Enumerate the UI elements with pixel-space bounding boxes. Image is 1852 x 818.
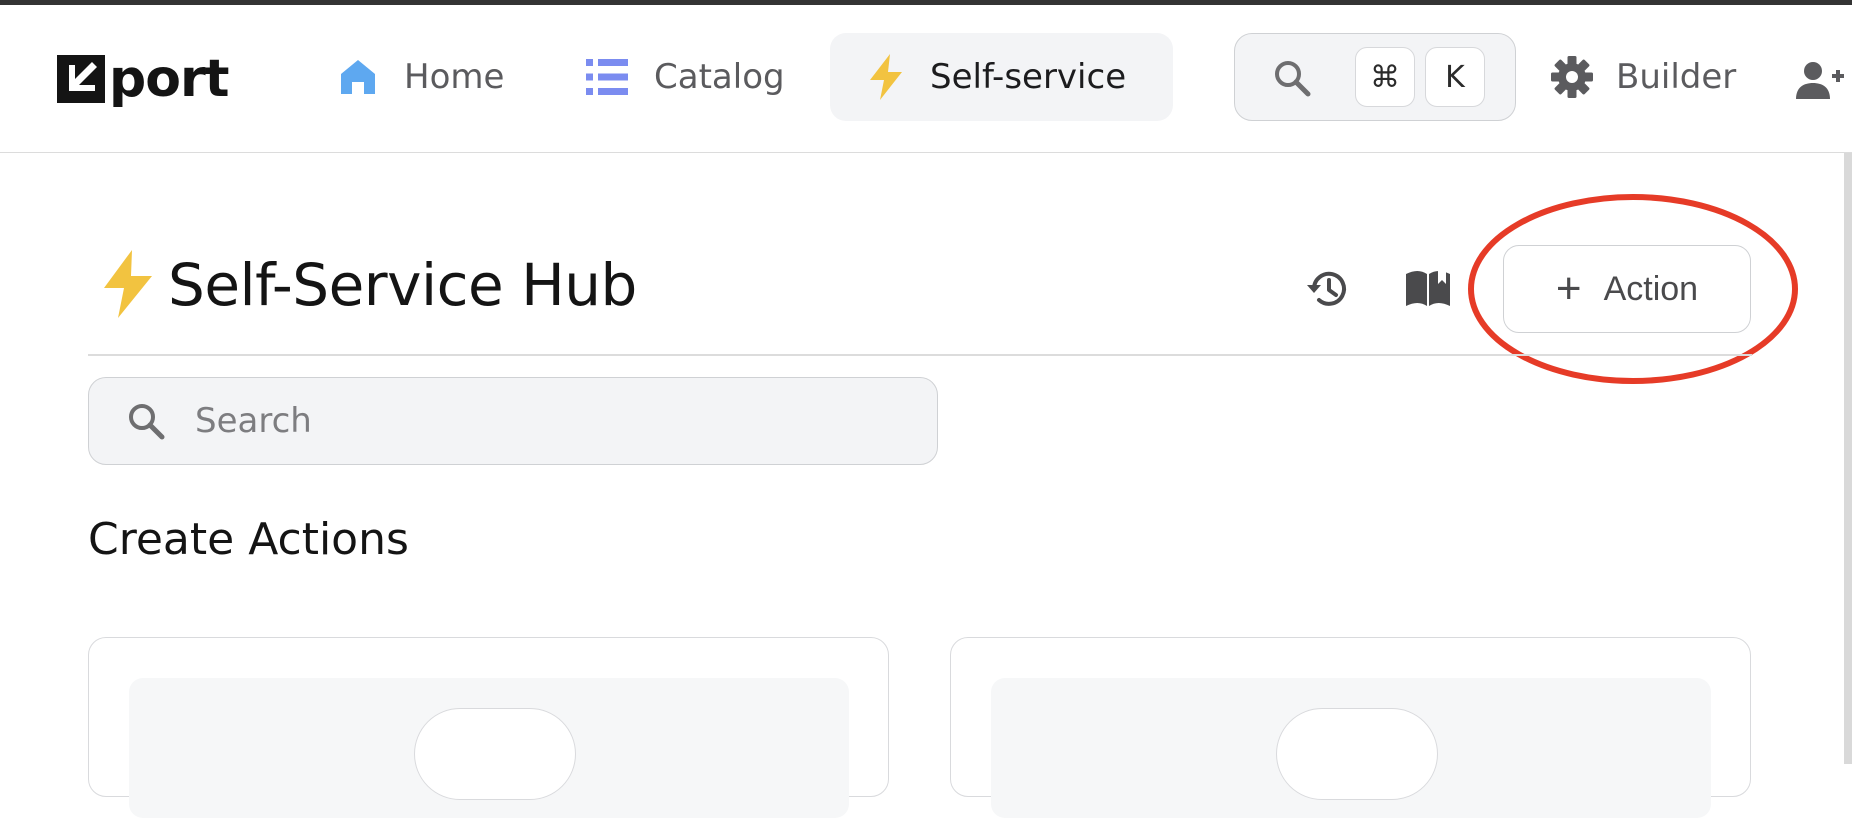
header-divider [88,354,1752,356]
history-icon [1307,271,1346,306]
page-title: Self-Service Hub [168,251,637,319]
invite-user-button[interactable] [1796,61,1844,105]
search-input[interactable] [193,400,797,442]
nav-home-label: Home [404,57,505,97]
nav-builder[interactable]: Builder [1550,33,1736,121]
action-card-icon-bubble [1276,708,1438,800]
plus-icon: + [1555,264,1582,313]
action-card[interactable] [88,637,889,818]
action-card-icon-bubble [414,708,576,800]
logo-wordmark: port [109,49,229,109]
action-history-button[interactable] [1306,268,1350,314]
add-action-label: Action [1603,269,1699,308]
section-title: Create Actions [88,514,409,565]
nav-self-service-label: Self-service [930,57,1127,97]
docs-button[interactable] [1404,268,1452,314]
search-icon [1275,61,1311,97]
nav-self-service[interactable]: Self-service [830,33,1173,121]
list-icon [586,59,628,95]
global-search-button[interactable]: ⌘ K [1234,33,1516,121]
page-scrollbar[interactable] [1844,153,1852,764]
home-icon [341,60,375,94]
action-card[interactable] [950,637,1751,818]
add-action-button[interactable]: + Action [1503,245,1751,333]
nav-builder-label: Builder [1616,57,1737,97]
search-icon [129,404,165,440]
port-logo-mark-icon [57,55,105,103]
gear-icon [1551,56,1593,98]
nav-home[interactable]: Home [316,33,538,121]
top-navbar: port Home Catalog Self-service ⌘ K Build… [0,5,1852,153]
nav-catalog-label: Catalog [654,57,785,97]
lightning-icon [870,54,902,100]
lightning-icon [104,250,152,318]
shortcut-key-cmd: ⌘ [1355,47,1415,107]
port-logo[interactable]: port [57,49,229,109]
shortcut-key-k: K [1425,47,1485,107]
add-user-icon [1796,62,1844,99]
open-book-icon [1406,270,1450,306]
nav-catalog[interactable]: Catalog [563,33,816,121]
actions-search-box [88,377,938,465]
